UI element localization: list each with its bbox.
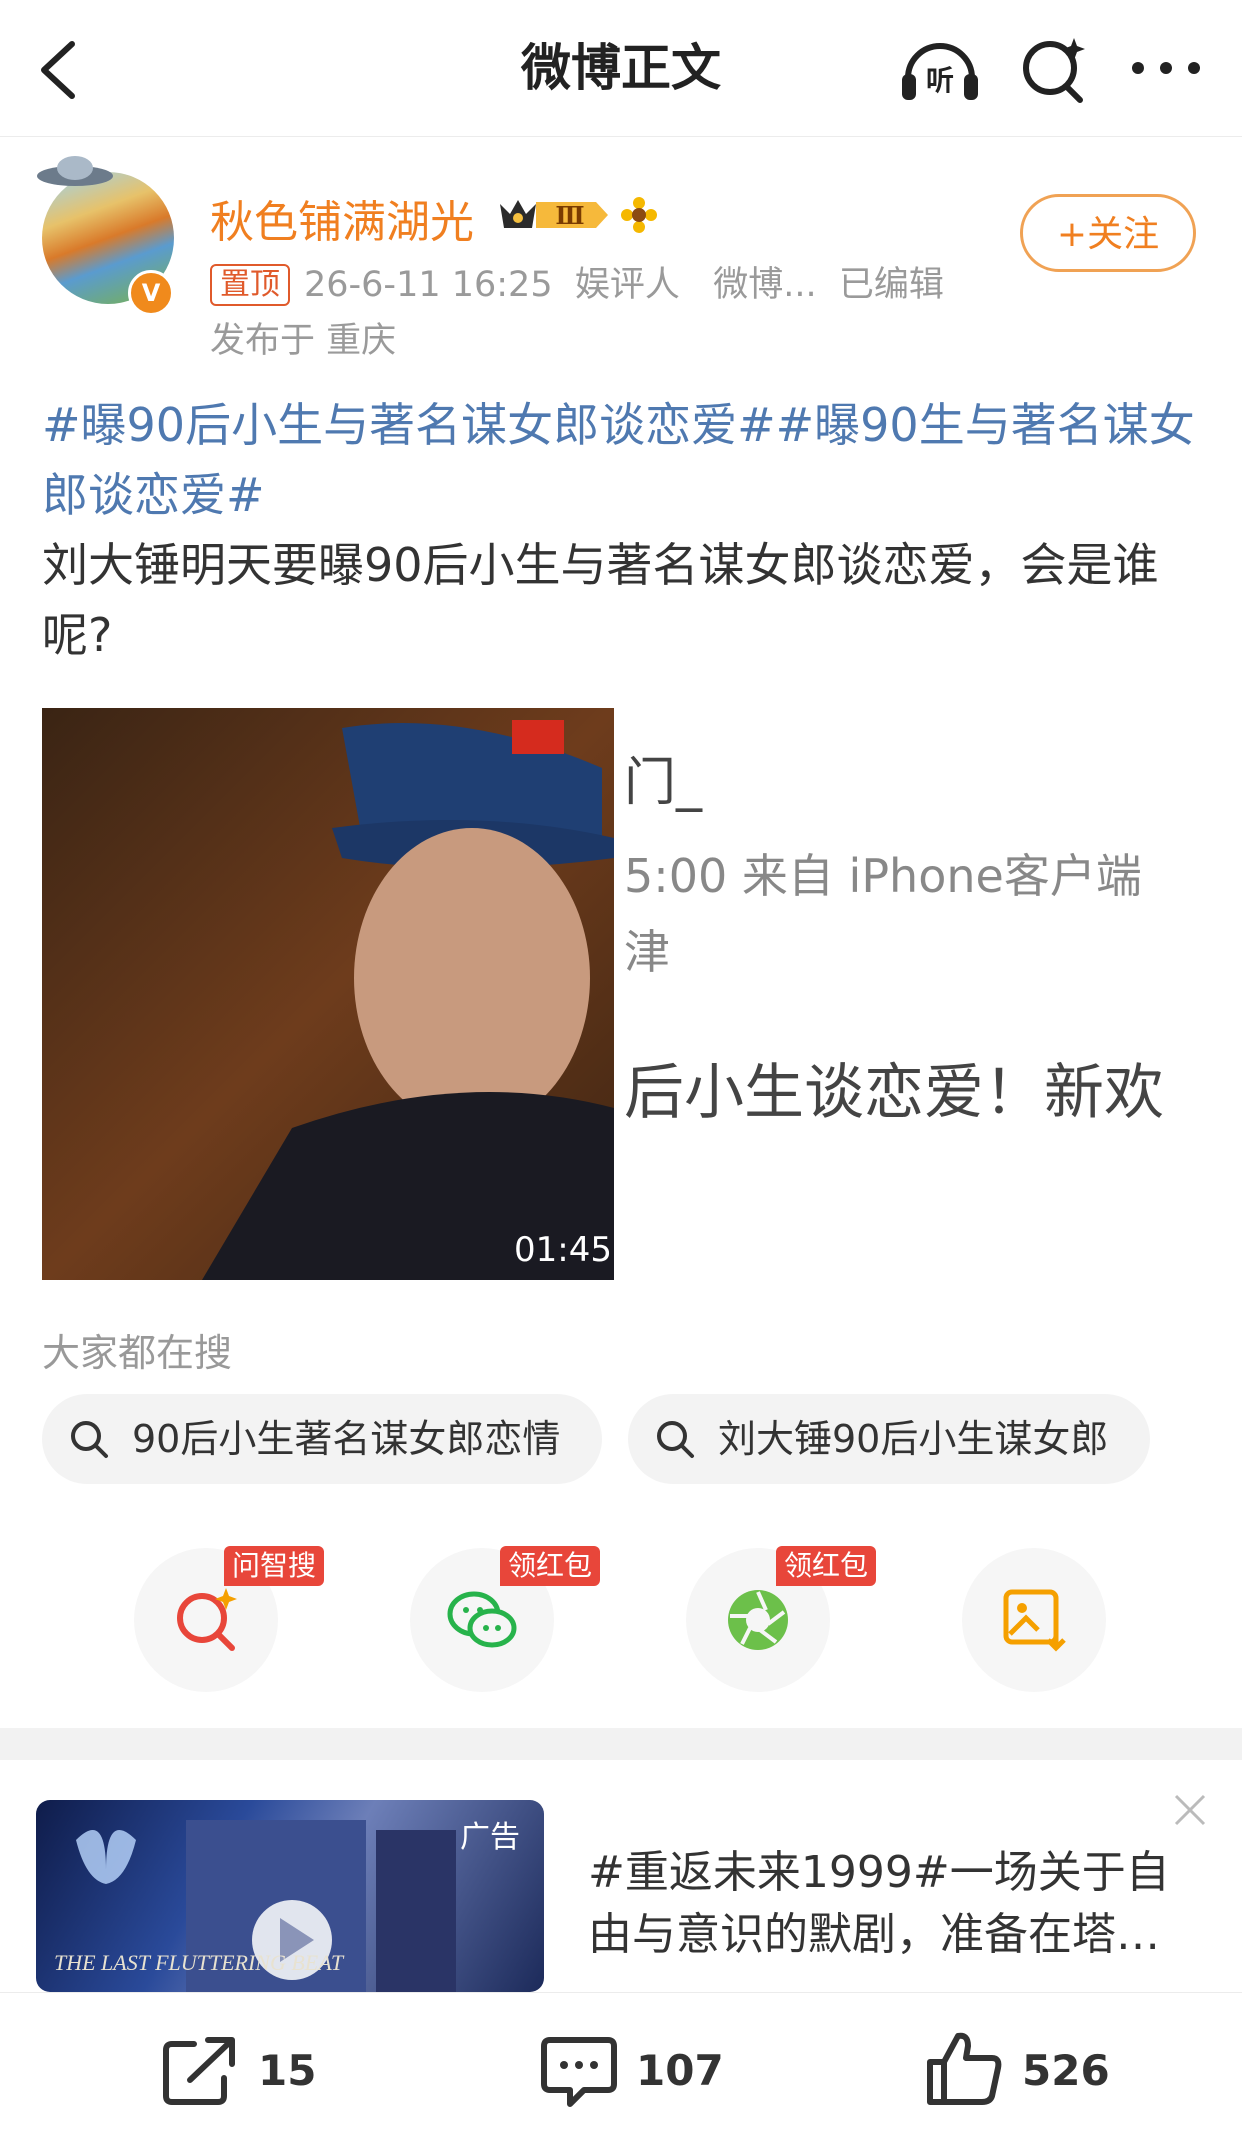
avatar-decoration-icon	[34, 152, 116, 188]
post-text: 刘大锤明天要曝90后小生与著名谋女郎谈恋爱，会是谁呢?	[42, 538, 1159, 662]
post-content: #曝90后小生与著名谋女郎谈恋爱##曝90生与著名谋女郎谈恋爱# 刘大锤明天要曝…	[42, 390, 1202, 670]
like-icon[interactable]	[924, 2028, 1004, 2108]
verified-badge: V	[128, 270, 174, 316]
ai-search-icon	[177, 1588, 237, 1651]
promo-tag: 领红包	[776, 1546, 877, 1586]
vip-badge[interactable]: Ⅲ	[496, 194, 612, 236]
repost-icon[interactable]	[160, 2034, 238, 2108]
save-image-button[interactable]	[962, 1548, 1106, 1692]
video-duration: 01:45	[514, 1230, 612, 1270]
wechat-icon	[447, 1591, 517, 1648]
comment-count[interactable]: 107	[636, 2046, 724, 2095]
edited-label[interactable]: 已编辑	[839, 265, 944, 305]
promo-tag: 问智搜	[224, 1546, 325, 1586]
close-icon[interactable]	[1172, 1792, 1208, 1828]
username[interactable]: 秋色铺满湖光	[210, 186, 474, 250]
sunflower-icon	[620, 196, 658, 243]
more-icon[interactable]	[1130, 58, 1202, 78]
screenshot-line: 门_	[624, 753, 703, 813]
section-divider	[0, 1728, 1242, 1760]
search-icon	[71, 1421, 108, 1458]
hashtag-link[interactable]: #曝90后小生与著名谋女郎谈恋爱#	[42, 398, 776, 452]
search-section-label: 大家都在搜	[42, 1331, 233, 1375]
pinned-badge: 置顶	[210, 264, 290, 306]
search-chip-label: 90后小生著名谋女郎恋情	[132, 1417, 561, 1461]
back-icon[interactable]	[30, 38, 90, 102]
repost-count[interactable]: 15	[258, 2046, 316, 2095]
timestamp: 26-6-11 16:25	[304, 265, 553, 305]
follow-button[interactable]: +关注	[1020, 194, 1196, 272]
ad-image-text: THE LAST FLUTTERING BEAT	[54, 1950, 345, 1975]
screenshot-image[interactable]: 门_ 5:00 来自 iPhone客户端 津 后小生谈恋爱！新欢是	[614, 740, 1200, 1140]
comment-icon[interactable]	[540, 2034, 618, 2110]
post-source[interactable]: 微博...	[713, 265, 816, 305]
search-chip-label: 刘大锤90后小生谋女郎	[718, 1417, 1109, 1461]
screenshot-line: 5:00 来自 iPhone客户端	[624, 849, 1142, 903]
video-thumbnail[interactable]	[42, 708, 614, 1280]
search-chip[interactable]: 刘大锤90后小生谋女郎	[628, 1394, 1150, 1484]
moments-icon	[728, 1590, 788, 1650]
ad-text[interactable]: #重返未来1999#一场关于自由与意识的默剧，准备在塔…	[588, 1842, 1188, 1966]
save-image-icon	[1003, 1589, 1066, 1652]
ad-badge: 广告	[460, 1820, 520, 1855]
author-role: 娱评人	[574, 265, 680, 305]
post-location: 发布于 重庆	[210, 321, 397, 361]
vip-level: Ⅲ	[555, 201, 584, 230]
listen-label: 听	[926, 64, 954, 97]
listen-icon[interactable]: 听	[898, 34, 982, 104]
screenshot-line: 后小生谈恋爱！新欢是	[624, 1058, 1164, 1128]
ai-search-icon[interactable]	[1018, 34, 1090, 106]
screenshot-line: 津	[624, 925, 670, 979]
like-count[interactable]: 526	[1022, 2046, 1110, 2095]
promo-tag: 领红包	[500, 1546, 601, 1586]
search-icon	[657, 1421, 694, 1458]
post-meta: 置顶 26-6-11 16:25 娱评人 微博... 已编辑	[210, 256, 944, 307]
search-chip[interactable]: 90后小生著名谋女郎恋情	[42, 1394, 602, 1484]
